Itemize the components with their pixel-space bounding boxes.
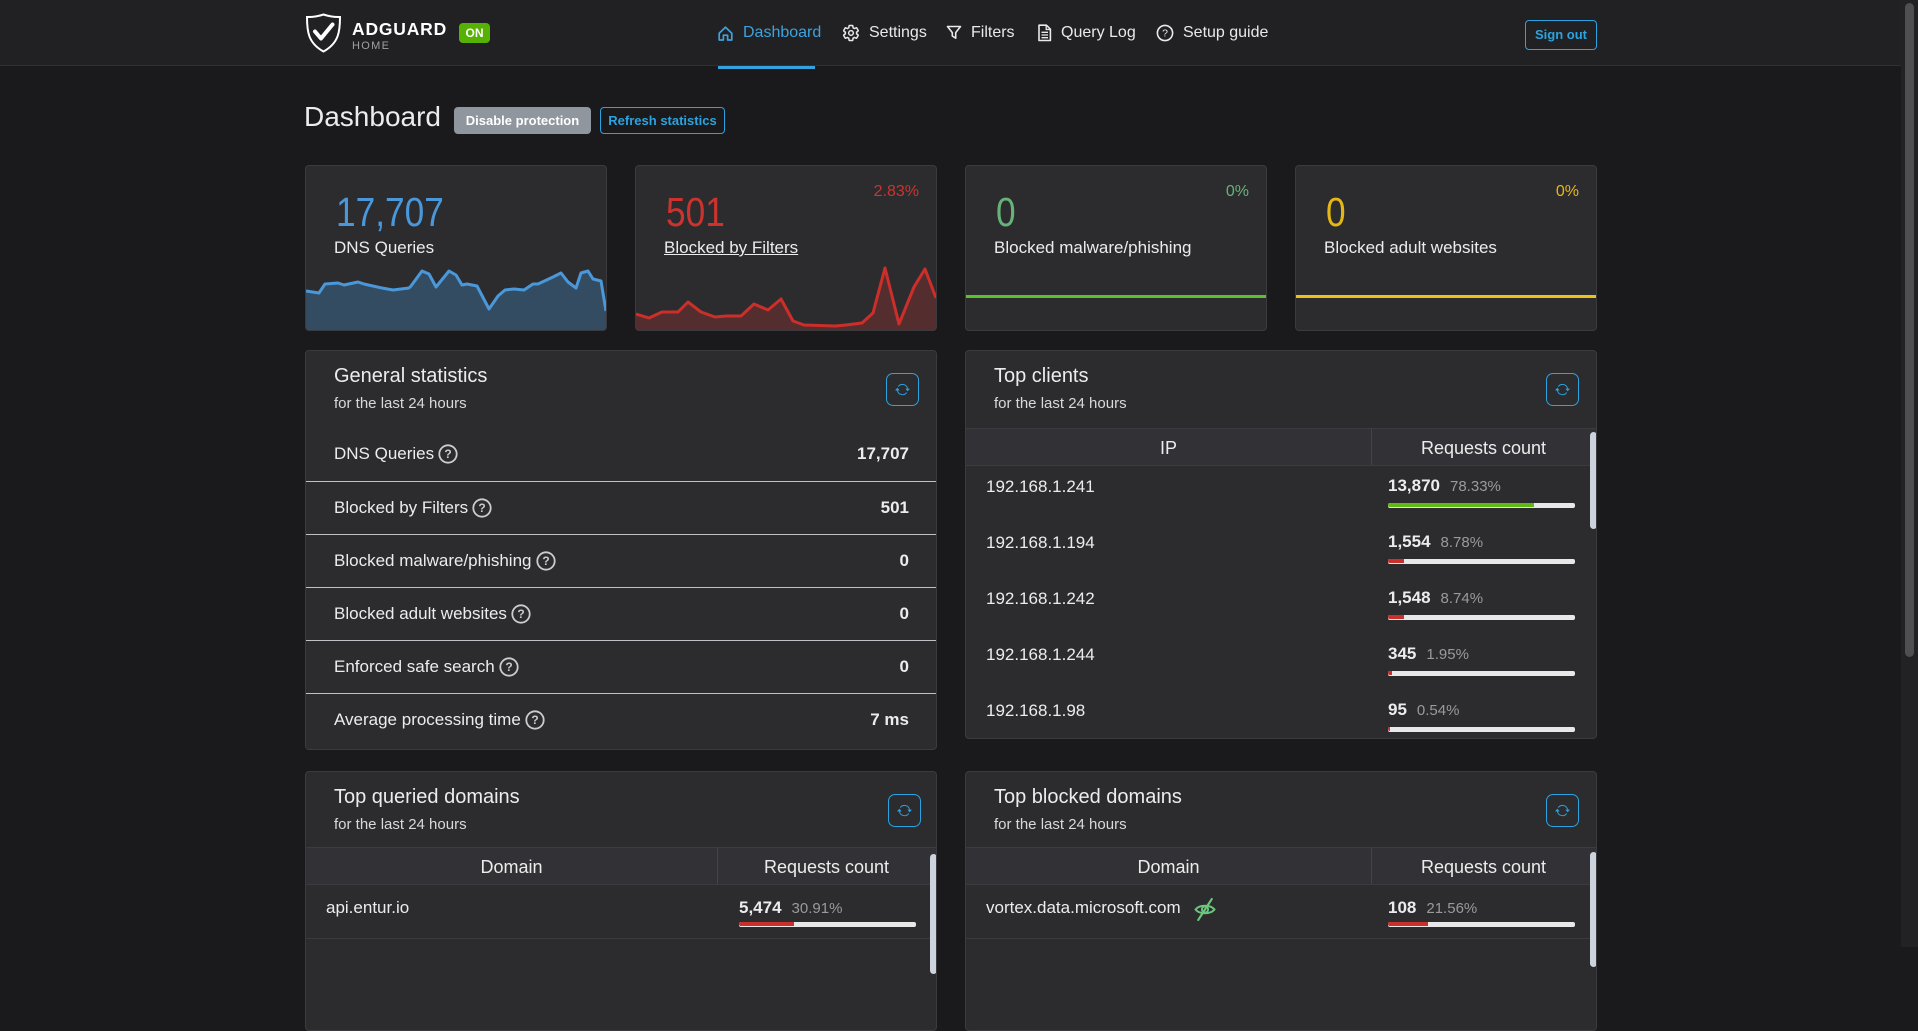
svg-text:?: ?: [542, 554, 549, 568]
svg-text:?: ?: [531, 713, 538, 727]
svg-text:?: ?: [479, 501, 486, 515]
svg-text:?: ?: [444, 447, 451, 461]
svg-text:?: ?: [517, 607, 524, 621]
svg-text:?: ?: [505, 660, 512, 674]
svg-text:?: ?: [1162, 28, 1168, 40]
